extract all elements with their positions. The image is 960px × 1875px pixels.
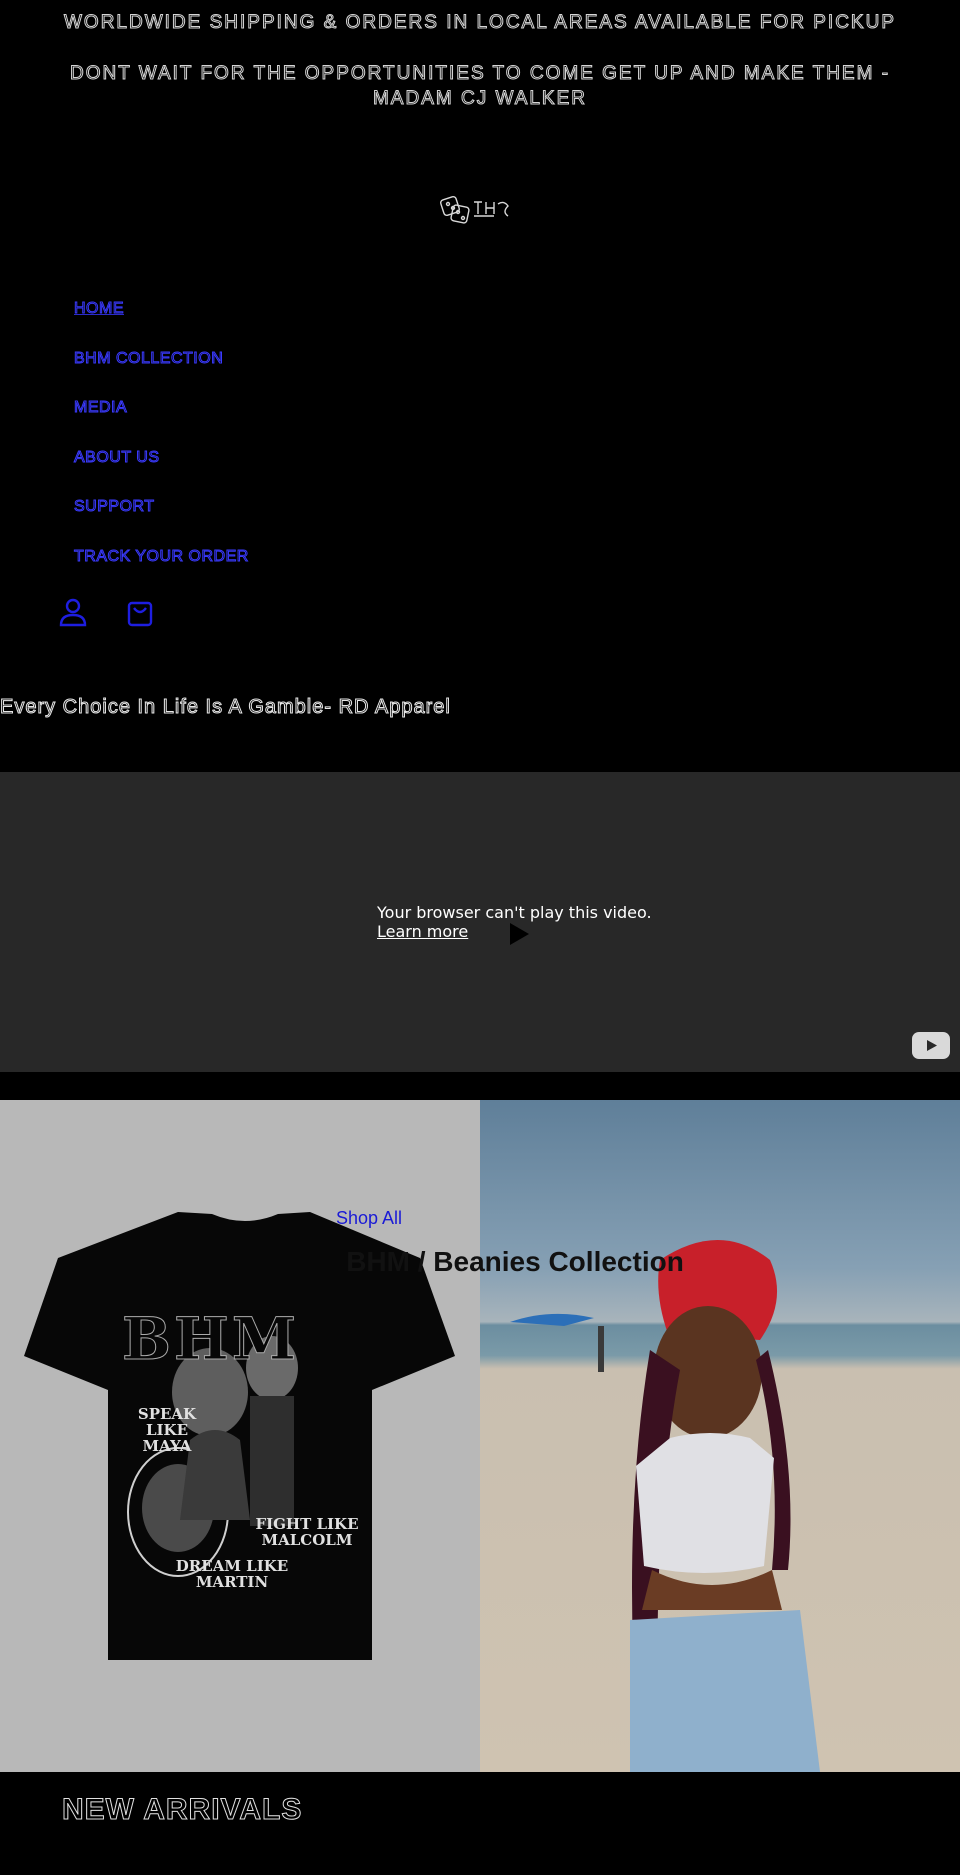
announcement-bar: WORLDWIDE SHIPPING & ORDERS IN LOCAL ARE… <box>64 12 896 34</box>
beanie-model-image[interactable] <box>480 1100 960 1772</box>
announcement-quote: DONT WAIT FOR THE OPPORTUNITIES TO COME … <box>69 63 891 110</box>
shirt-line-maya: MAYA <box>142 1437 192 1455</box>
nav-home-link[interactable]: HOME <box>74 300 249 350</box>
dice-logo-icon[interactable] <box>438 192 522 228</box>
nav-about-us-link[interactable]: ABOUT US <box>74 448 249 499</box>
cart-icon[interactable] <box>125 597 155 627</box>
collection-banner[interactable]: BHM SPEAK LIKE MAYA FIGHT LIKE MALCOLM D… <box>0 1100 960 1772</box>
shirt-heading: BHM <box>121 1305 300 1374</box>
nav-support-link[interactable]: SUPPORT <box>74 498 249 548</box>
shirt-text-malcolm: FIGHT LIKE MALCOLM <box>252 1516 362 1548</box>
account-icon[interactable] <box>58 597 88 627</box>
nav-track-order-link[interactable]: TRACK YOUR ORDER <box>74 547 249 598</box>
shirt-text-maya: SPEAK LIKE MAYA <box>122 1406 212 1454</box>
collection-title: BHM / Beanies Collection <box>346 1246 684 1277</box>
main-nav: HOME BHM COLLECTION MEDIA ABOUT US SUPPO… <box>74 300 249 597</box>
shirt-line-malcolm: MALCOLM <box>261 1531 353 1549</box>
youtube-icon[interactable] <box>912 1032 950 1059</box>
tagline: Every Choice In Life Is A Gamble- RD App… <box>0 696 451 719</box>
new-arrivals-heading: NEW ARRIVALS <box>61 1793 303 1827</box>
play-icon[interactable] <box>508 922 530 946</box>
shirt-line-speak: SPEAK LIKE <box>137 1405 197 1439</box>
nav-media-link[interactable]: MEDIA <box>74 399 249 449</box>
bhm-shirt-image[interactable]: BHM SPEAK LIKE MAYA FIGHT LIKE MALCOLM D… <box>0 1100 480 1772</box>
video-error-text: Your browser can't play this video. <box>377 903 652 922</box>
shirt-line-martin: MARTIN <box>195 1573 269 1591</box>
shirt-line-dream: DREAM LIKE <box>175 1557 289 1575</box>
shop-all-link[interactable]: Shop All <box>336 1208 402 1229</box>
video-player[interactable]: Your browser can't play this video. Lear… <box>0 772 960 1072</box>
nav-bhm-collection-link[interactable]: BHM COLLECTION <box>74 349 249 400</box>
shirt-text-martin: DREAM LIKE MARTIN <box>172 1558 292 1590</box>
shirt-line-fight: FIGHT LIKE <box>255 1515 359 1533</box>
